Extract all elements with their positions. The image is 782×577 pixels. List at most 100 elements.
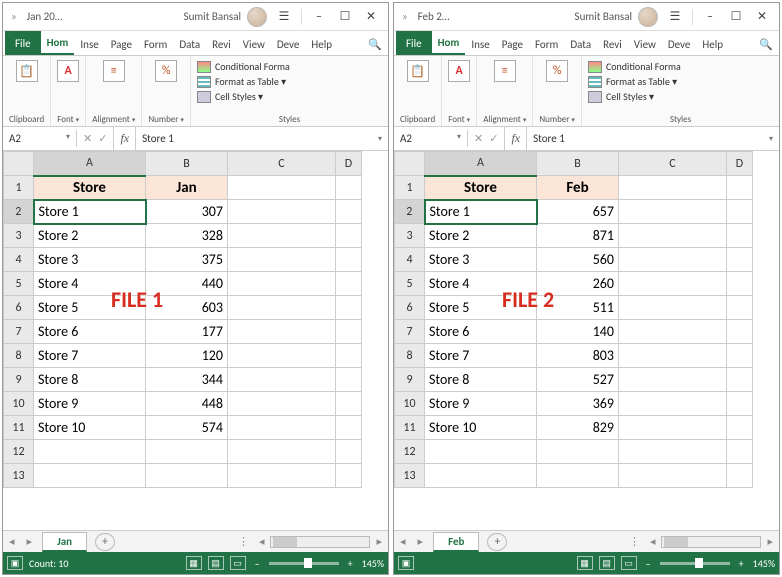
formula-expand-icon[interactable]: ▾ [372, 134, 388, 144]
cell-a7[interactable]: Store 6 [34, 320, 146, 344]
cell-b2[interactable]: 307 [146, 200, 228, 224]
cell-b9[interactable]: 344 [146, 368, 228, 392]
hscroll-left[interactable]: ◂ [253, 535, 271, 548]
cell-c12[interactable] [619, 440, 727, 464]
cell-c10[interactable] [228, 392, 336, 416]
cell-b11[interactable]: 829 [537, 416, 619, 440]
cell-d3[interactable] [336, 224, 362, 248]
cell-d9[interactable] [727, 368, 753, 392]
cell-d12[interactable] [336, 440, 362, 464]
format-as-table-button[interactable]: Format as Table ▾ [197, 75, 382, 88]
row-header-4[interactable]: 4 [395, 248, 425, 272]
ribbon-tab-help[interactable]: Help [305, 34, 338, 55]
new-sheet-button[interactable]: + [487, 533, 507, 551]
quick-nav-icon[interactable]: » [402, 10, 408, 23]
row-header-7[interactable]: 7 [395, 320, 425, 344]
zoom-slider[interactable] [660, 562, 730, 565]
tell-me-search-icon[interactable]: 🔍 [362, 34, 388, 55]
zoom-slider[interactable] [269, 562, 339, 565]
row-header-3[interactable]: 3 [395, 224, 425, 248]
ribbon-tab-hom[interactable]: Hom [432, 32, 466, 55]
cell-b5[interactable]: 260 [537, 272, 619, 296]
record-macro-icon[interactable]: ▣ [398, 556, 414, 570]
select-all-corner[interactable] [4, 152, 34, 176]
column-header-A[interactable]: A [34, 152, 146, 176]
zoom-in-button[interactable]: + [736, 557, 747, 570]
column-header-C[interactable]: C [228, 152, 336, 176]
ribbon-tab-deve[interactable]: Deve [662, 34, 697, 55]
ribbon-tab-form[interactable]: Form [138, 34, 173, 55]
cell-d11[interactable] [727, 416, 753, 440]
cell-d5[interactable] [727, 272, 753, 296]
cell-a5[interactable]: Store 4 [425, 272, 537, 296]
row-header-1[interactable]: 1 [395, 176, 425, 200]
cell-d6[interactable] [727, 296, 753, 320]
cell-a4[interactable]: Store 3 [34, 248, 146, 272]
cell-b11[interactable]: 574 [146, 416, 228, 440]
cell-a3[interactable]: Store 2 [425, 224, 537, 248]
cell-c10[interactable] [619, 392, 727, 416]
row-header-11[interactable]: 11 [395, 416, 425, 440]
row-header-2[interactable]: 2 [4, 200, 34, 224]
ribbon-tab-help[interactable]: Help [696, 34, 729, 55]
hscroll-left[interactable]: ◂ [644, 535, 662, 548]
cell-d13[interactable] [727, 464, 753, 488]
row-header-2[interactable]: 2 [395, 200, 425, 224]
cell-b6[interactable]: 603 [146, 296, 228, 320]
cell-d2[interactable] [336, 200, 362, 224]
ribbon-tab-form[interactable]: Form [529, 34, 564, 55]
sheet-nav-next[interactable]: ▸ [412, 535, 430, 548]
cell-c4[interactable] [228, 248, 336, 272]
cell-d10[interactable] [336, 392, 362, 416]
zoom-in-button[interactable]: + [345, 557, 356, 570]
cell-c9[interactable] [228, 368, 336, 392]
avatar[interactable] [247, 7, 267, 27]
row-header-12[interactable]: 12 [4, 440, 34, 464]
cell-d7[interactable] [336, 320, 362, 344]
cell-c3[interactable] [228, 224, 336, 248]
conditional-formatting-button[interactable]: Conditional Forma [588, 60, 773, 73]
cell-a13[interactable] [34, 464, 146, 488]
row-header-9[interactable]: 9 [395, 368, 425, 392]
cell-b5[interactable]: 440 [146, 272, 228, 296]
cell-d4[interactable] [727, 248, 753, 272]
cell-a2[interactable]: Store 1 [425, 200, 537, 224]
cell-a12[interactable] [425, 440, 537, 464]
sheet-nav-prev[interactable]: ◂ [394, 535, 412, 548]
ribbon-tab-page[interactable]: Page [496, 34, 529, 55]
cell-a8[interactable]: Store 7 [425, 344, 537, 368]
cell-b8[interactable]: 120 [146, 344, 228, 368]
cell-b2[interactable]: 657 [537, 200, 619, 224]
cell-c6[interactable] [228, 296, 336, 320]
view-normal-icon[interactable]: ▦ [186, 556, 202, 570]
cell-c2[interactable] [228, 200, 336, 224]
ribbon-display-icon[interactable]: ☰ [662, 6, 688, 28]
cell-c13[interactable] [228, 464, 336, 488]
cell-b3[interactable]: 328 [146, 224, 228, 248]
cell-c2[interactable] [619, 200, 727, 224]
formula-cancel-icon[interactable]: ✕ [83, 132, 92, 145]
cell-a10[interactable]: Store 9 [34, 392, 146, 416]
ribbon-display-icon[interactable]: ☰ [271, 6, 297, 28]
cell-c11[interactable] [228, 416, 336, 440]
close-button[interactable]: ✕ [749, 6, 775, 28]
cell-c6[interactable] [619, 296, 727, 320]
cell-styles-button[interactable]: Cell Styles ▾ [197, 90, 382, 103]
row-header-11[interactable]: 11 [4, 416, 34, 440]
format-as-table-button[interactable]: Format as Table ▾ [588, 75, 773, 88]
zoom-out-button[interactable]: – [643, 557, 654, 570]
column-header-D[interactable]: D [336, 152, 362, 176]
font-icon[interactable]: A [57, 60, 79, 82]
column-header-D[interactable]: D [727, 152, 753, 176]
hscroll-right[interactable]: ▸ [761, 535, 779, 548]
paste-icon[interactable]: 📋 [407, 60, 429, 82]
formula-bar[interactable]: Store 1 [527, 130, 763, 147]
formula-enter-icon[interactable]: ✓ [489, 132, 498, 145]
cell-b8[interactable]: 803 [537, 344, 619, 368]
row-header-1[interactable]: 1 [4, 176, 34, 200]
ribbon-tab-revi[interactable]: Revi [597, 34, 628, 55]
conditional-formatting-button[interactable]: Conditional Forma [197, 60, 382, 73]
cell-b4[interactable]: 560 [537, 248, 619, 272]
cell-b3[interactable]: 871 [537, 224, 619, 248]
cell-b13[interactable] [537, 464, 619, 488]
